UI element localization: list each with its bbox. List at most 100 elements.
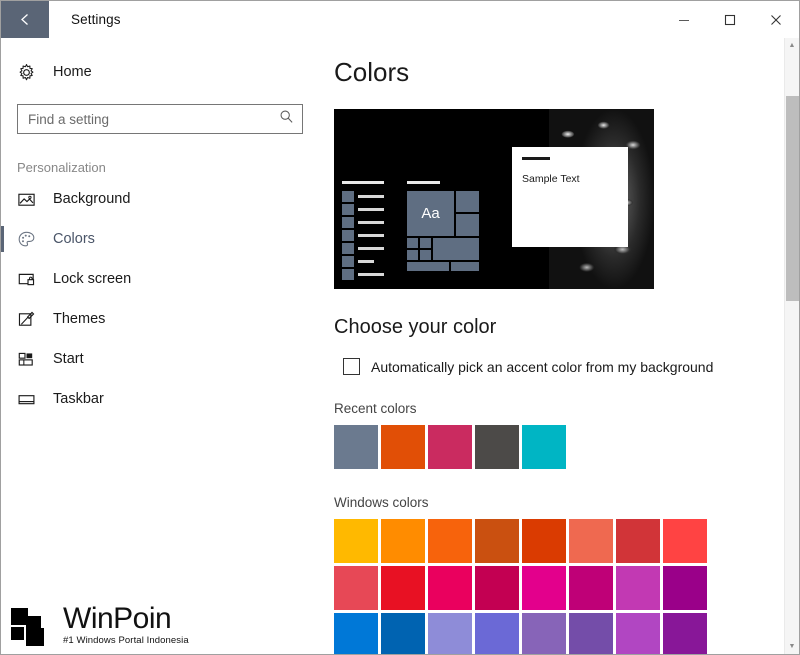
preview-tile [407, 250, 418, 260]
preview-tile [420, 238, 431, 248]
recent-colors-label: Recent colors [334, 401, 417, 416]
recent-colors-grid [334, 425, 710, 469]
theme-preview: Aa Sample Text [334, 109, 654, 289]
preview-sample-text: Sample Text [522, 173, 580, 185]
sidebar-section-label: Personalization [17, 160, 106, 175]
sidebar-item-label: Start [53, 351, 84, 367]
windows-color-swatch[interactable] [616, 566, 660, 610]
preview-tile-large: Aa [407, 191, 454, 236]
search-box[interactable] [17, 104, 303, 134]
windows-color-swatch[interactable] [663, 613, 707, 654]
preview-mini-line [358, 247, 384, 250]
scroll-up-button[interactable]: ▲ [785, 38, 799, 53]
windows-color-swatch[interactable] [475, 566, 519, 610]
preview-mini-square [342, 191, 354, 202]
auto-accent-checkbox[interactable] [343, 358, 360, 375]
preview-mini-line [358, 273, 384, 276]
windows-color-swatch[interactable] [522, 566, 566, 610]
picture-icon [17, 190, 47, 209]
windows-color-swatch[interactable] [334, 613, 378, 654]
sidebar-item-colors[interactable]: Colors [1, 219, 319, 259]
windows-colors-label: Windows colors [334, 495, 429, 510]
auto-accent-checkbox-row[interactable]: Automatically pick an accent color from … [343, 358, 799, 375]
windows-color-swatch[interactable] [569, 613, 613, 654]
windows-color-swatch[interactable] [569, 519, 613, 563]
lock-screen-icon [17, 270, 47, 289]
preview-strip-header [342, 181, 384, 184]
minimize-button[interactable] [661, 1, 707, 38]
back-button[interactable] [1, 1, 49, 38]
choose-color-heading: Choose your color [334, 316, 497, 338]
close-button[interactable] [753, 1, 799, 38]
preview-mini-line [358, 221, 384, 224]
sidebar-item-label: Colors [53, 231, 95, 247]
sidebar-item-label: Themes [53, 311, 106, 327]
windows-colors-grid [334, 519, 710, 654]
sidebar-item-taskbar[interactable]: Taskbar [1, 379, 319, 419]
main-content: Colors Aa Sample Text Choose your color … [319, 38, 799, 654]
preview-tile [407, 238, 418, 248]
scrollbar-thumb[interactable] [786, 96, 799, 301]
sidebar-nav-list: Background Colors Lock screen Themes Sta… [1, 179, 319, 419]
windows-color-swatch[interactable] [569, 566, 613, 610]
preview-mini-square [342, 256, 354, 267]
preview-tile [456, 214, 479, 236]
window-title: Settings [71, 12, 121, 27]
windows-color-swatch[interactable] [334, 519, 378, 563]
sidebar-item-home[interactable]: Home [1, 52, 319, 92]
sidebar-home-label: Home [53, 64, 92, 80]
windows-color-swatch[interactable] [616, 519, 660, 563]
preview-mini-line [358, 234, 384, 237]
windows-color-swatch[interactable] [428, 613, 472, 654]
preview-mini-square [342, 230, 354, 241]
windows-color-swatch[interactable] [663, 566, 707, 610]
search-input[interactable] [18, 105, 302, 133]
title-bar: Settings [1, 1, 799, 38]
scroll-down-button[interactable]: ▼ [785, 639, 799, 654]
preview-mini-line [358, 208, 384, 211]
preview-sample-window: Sample Text [512, 147, 628, 247]
recent-color-swatch[interactable] [475, 425, 519, 469]
windows-color-swatch[interactable] [522, 613, 566, 654]
preview-mini-square [342, 269, 354, 280]
sidebar-item-label: Taskbar [53, 391, 104, 407]
windows-color-swatch[interactable] [428, 519, 472, 563]
preview-mini-square [342, 204, 354, 215]
minimize-icon [679, 19, 689, 21]
preview-tiles-header [407, 181, 440, 184]
maximize-icon [724, 14, 736, 25]
windows-color-swatch[interactable] [381, 566, 425, 610]
preview-mini-line [358, 195, 384, 198]
preview-tile [407, 262, 449, 271]
windows-color-swatch[interactable] [616, 613, 660, 654]
recent-color-swatch[interactable] [381, 425, 425, 469]
preview-mini-line [358, 260, 374, 263]
window-controls [661, 1, 799, 38]
recent-color-swatch[interactable] [334, 425, 378, 469]
recent-color-swatch[interactable] [428, 425, 472, 469]
windows-color-swatch[interactable] [428, 566, 472, 610]
recent-color-swatch[interactable] [522, 425, 566, 469]
windows-color-swatch[interactable] [475, 519, 519, 563]
preview-tile [433, 238, 479, 260]
auto-accent-label: Automatically pick an accent color from … [371, 358, 714, 375]
sidebar-item-themes[interactable]: Themes [1, 299, 319, 339]
sidebar-item-start[interactable]: Start [1, 339, 319, 379]
preview-accent-line [522, 157, 550, 160]
maximize-button[interactable] [707, 1, 753, 38]
sidebar: Home Personalization [1, 38, 319, 654]
preview-tile [420, 250, 431, 260]
windows-color-swatch[interactable] [334, 566, 378, 610]
windows-color-swatch[interactable] [381, 613, 425, 654]
preview-mini-square [342, 217, 354, 228]
palette-icon [17, 230, 47, 249]
sidebar-item-lock-screen[interactable]: Lock screen [1, 259, 319, 299]
sidebar-item-background[interactable]: Background [1, 179, 319, 219]
windows-color-swatch[interactable] [663, 519, 707, 563]
windows-color-swatch[interactable] [522, 519, 566, 563]
content-scrollbar[interactable]: ▲ ▼ [784, 38, 799, 654]
windows-color-swatch[interactable] [475, 613, 519, 654]
close-icon [771, 14, 781, 25]
windows-color-swatch[interactable] [381, 519, 425, 563]
window-body: Home Personalization [1, 38, 799, 654]
